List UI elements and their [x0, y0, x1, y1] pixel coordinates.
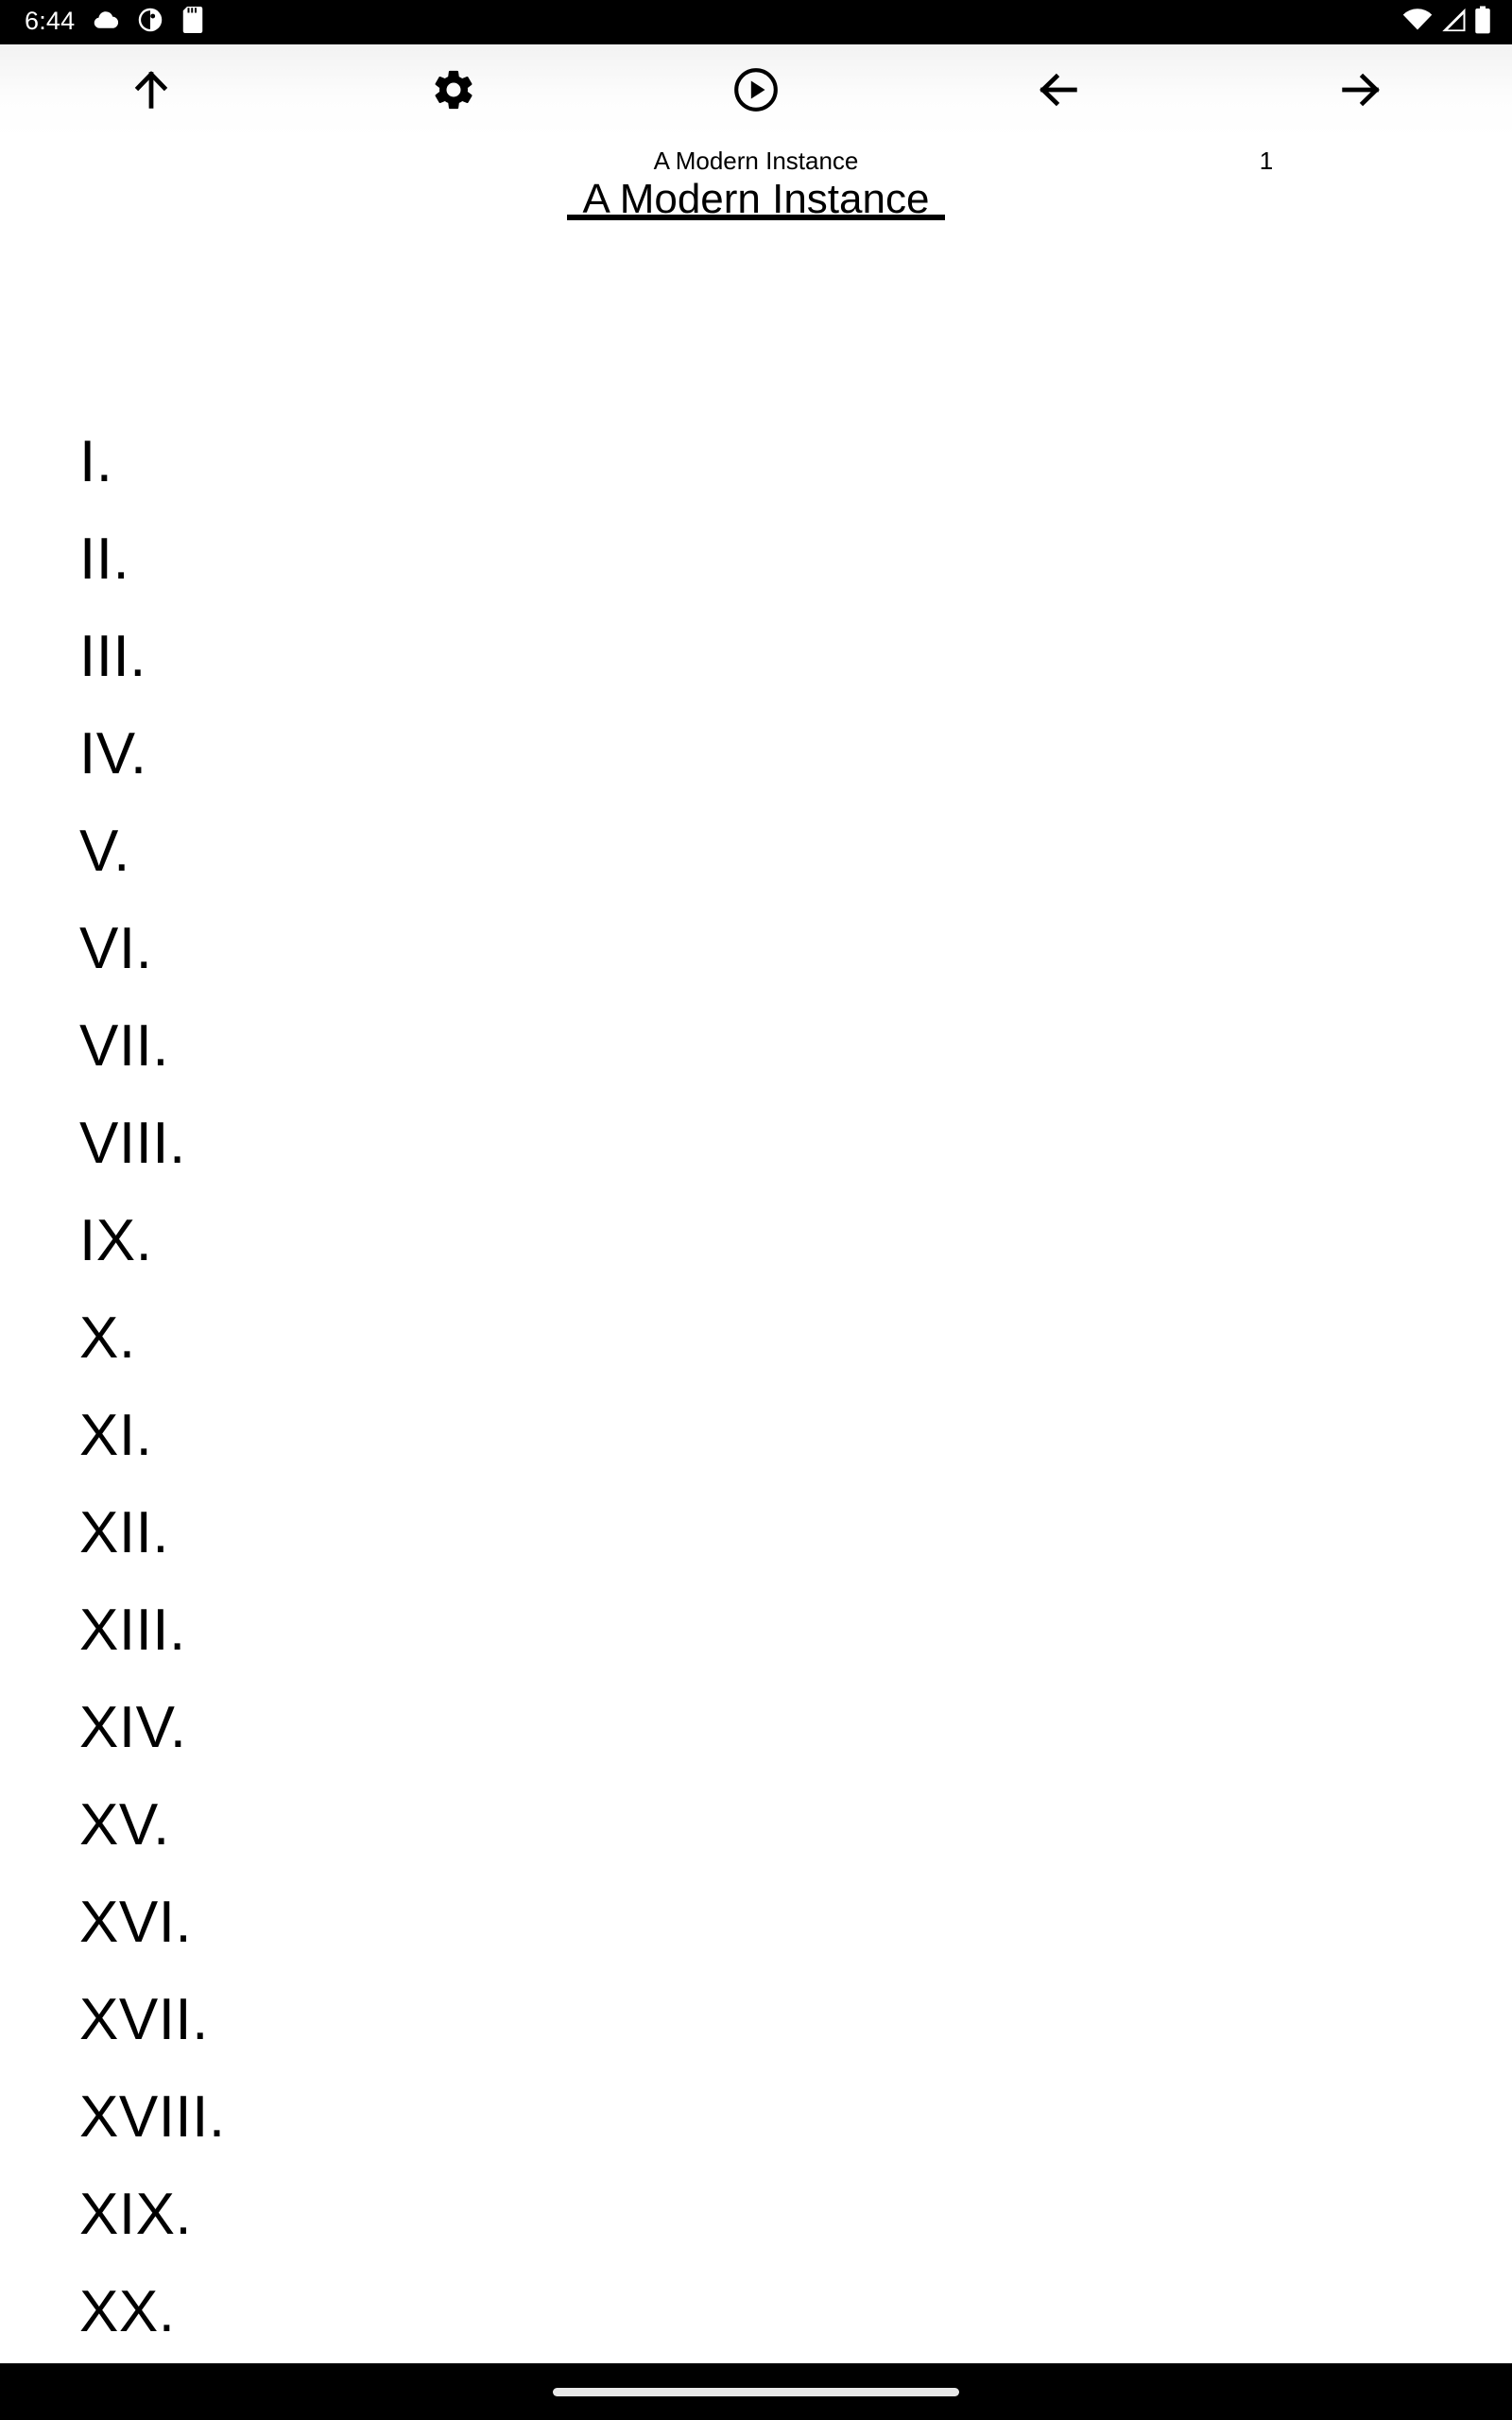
list-item[interactable]: XIII. [0, 1582, 1512, 1679]
arrow-up-icon [127, 65, 176, 119]
list-item[interactable]: X. [0, 1289, 1512, 1387]
battery-icon [1474, 6, 1491, 39]
arrow-right-icon [1336, 65, 1385, 119]
gear-icon [430, 66, 477, 118]
list-item[interactable]: VIII. [0, 1095, 1512, 1192]
list-item[interactable]: XV. [0, 1776, 1512, 1874]
list-item[interactable]: VI. [0, 900, 1512, 997]
list-item[interactable]: XVIII. [0, 2068, 1512, 2166]
list-item[interactable]: II. [0, 510, 1512, 608]
list-item[interactable]: IX. [0, 1192, 1512, 1289]
cloud-sync-icon [92, 6, 120, 39]
toc-list: I. II. III. IV. V. VI. VII. VIII. IX. X.… [0, 413, 1512, 2363]
status-bar-right [1402, 6, 1491, 39]
status-clock: 6:44 [25, 7, 76, 35]
previous-page-button[interactable] [1002, 44, 1115, 139]
sd-card-icon [180, 6, 205, 39]
play-circle-icon [731, 65, 781, 119]
list-item[interactable]: XI. [0, 1387, 1512, 1484]
cell-signal-icon [1439, 7, 1468, 38]
list-item[interactable]: VII. [0, 997, 1512, 1095]
arrow-left-icon [1034, 65, 1083, 119]
wifi-icon [1402, 7, 1433, 38]
list-item[interactable]: I. [0, 413, 1512, 510]
do-not-disturb-icon [137, 7, 163, 38]
system-navigation-bar [0, 2363, 1512, 2420]
home-indicator[interactable] [553, 2387, 959, 2396]
list-item[interactable]: XX. [0, 2263, 1512, 2360]
list-item[interactable]: IV. [0, 705, 1512, 803]
status-bar-left: 6:44 [25, 6, 205, 39]
list-item[interactable]: III. [0, 608, 1512, 705]
toc-content[interactable]: I. II. III. IV. V. VI. VII. VIII. IX. X.… [0, 233, 1512, 2363]
next-page-button[interactable] [1304, 44, 1418, 139]
scroll-to-top-button[interactable] [94, 44, 208, 139]
title-underline [567, 215, 945, 220]
status-bar: 6:44 [0, 0, 1512, 44]
settings-button[interactable] [397, 44, 510, 139]
list-item[interactable]: XVII. [0, 1971, 1512, 2068]
list-item[interactable]: XIX. [0, 2166, 1512, 2263]
page-number: 1 [1259, 147, 1274, 175]
list-item[interactable]: XII. [0, 1484, 1512, 1582]
play-tts-button[interactable] [699, 44, 813, 139]
ereader-screen: 6:44 A Modern Instance 1 A Modern Instan… [0, 0, 1512, 2420]
list-item[interactable]: XIV. [0, 1679, 1512, 1776]
list-item[interactable]: XVI. [0, 1874, 1512, 1971]
reader-toolbar [0, 44, 1512, 139]
list-item[interactable]: V. [0, 803, 1512, 900]
